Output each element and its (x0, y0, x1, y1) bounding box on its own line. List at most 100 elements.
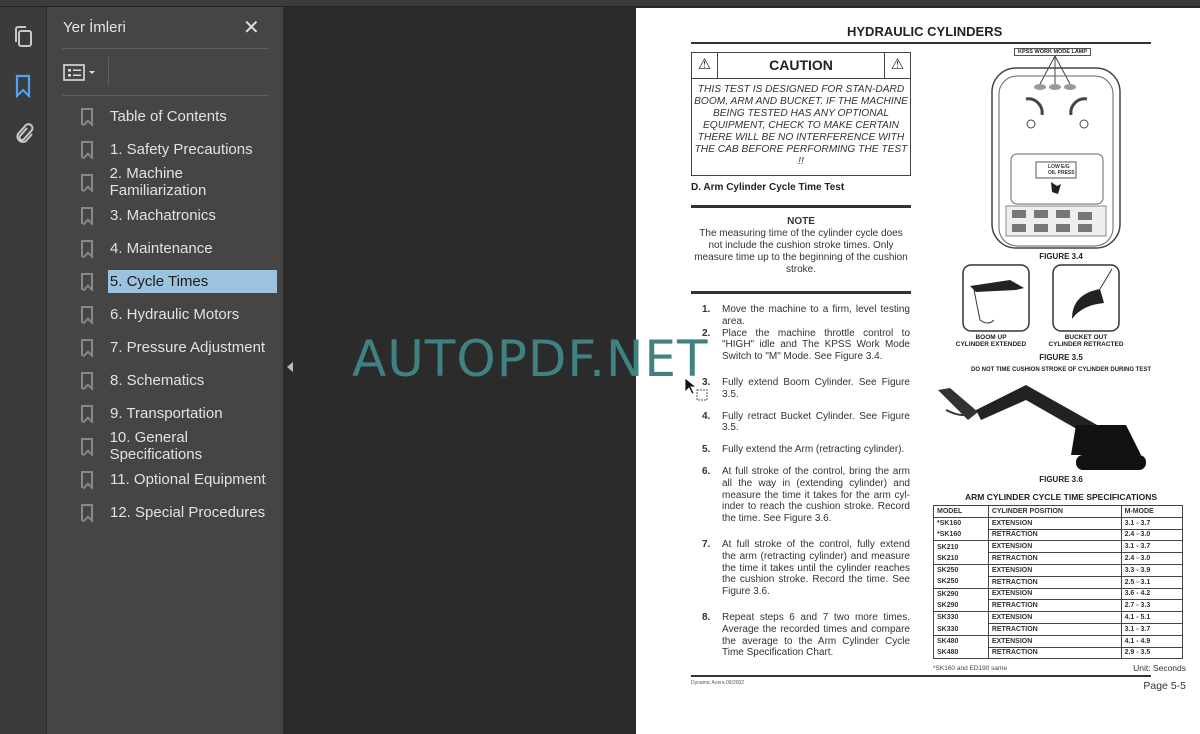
step-number: 7. (702, 538, 711, 550)
column-header: CYLINDER POSITION (987, 505, 1122, 518)
step-text: Fully extend Boom Cylinder. See Figure 3… (722, 376, 910, 400)
table-cell: SK250 (933, 563, 989, 577)
bookmark-icon (81, 503, 93, 521)
bookmark-item[interactable]: 12. Special Procedures (77, 499, 277, 525)
svg-text:OIL PRESS: OIL PRESS (1048, 170, 1075, 176)
divider (691, 42, 1151, 44)
bookmark-item[interactable]: 11. Optional Equipment (77, 466, 277, 492)
warning-icon: ⚠ (884, 53, 910, 78)
pages-icon[interactable] (11, 25, 35, 49)
table-unit: Unit: Seconds (1133, 663, 1186, 673)
table-row: *SK160 RETRACTION 2.4 - 3.0 (933, 528, 1184, 542)
table-row: SK330 EXTENSION 4.1 - 5.1 (933, 611, 1184, 624)
bookmark-label: 3. Machatronics (110, 206, 216, 224)
table-cell: *SK160 (933, 529, 989, 542)
step-text: Fully retract Bucket Cylinder. See Figur… (722, 410, 910, 434)
monitor-panel-illustration: LOW E/GOIL PRESS (991, 55, 1121, 249)
step-number: 1. (702, 304, 711, 315)
bookmark-label: Table of Contents (110, 107, 227, 125)
bookmark-item[interactable]: 5. Cycle Times (77, 268, 277, 294)
table-row: SK250 RETRACTION 2.5 - 3.1 (933, 575, 1184, 589)
bookmark-icon (81, 470, 93, 488)
table-cell: 3.1 - 3.7 (1120, 540, 1184, 554)
step-number: 5. (702, 444, 711, 456)
figure-caption: FIGURE 3.5 (1039, 353, 1083, 362)
excavator-illustration (938, 385, 1146, 470)
note-text: The measuring time of the cylinder cycle… (694, 228, 908, 275)
bookmark-label: 6. Hydraulic Motors (110, 305, 240, 323)
warning-icon: ⚠ (692, 53, 718, 78)
table-cell: 3.6 - 4.2 (1120, 587, 1184, 601)
table-cell: SK480 (933, 634, 989, 648)
table-row: *SK160 EXTENSION 3.1 - 3.7 (933, 516, 1184, 530)
table-cell: SK330 (933, 623, 989, 636)
table-cell: 2.4 - 3.0 (1120, 528, 1184, 542)
divider (691, 675, 1151, 677)
table-cell: EXTENSION (987, 563, 1122, 577)
bookmark-item[interactable]: 3. Machatronics (77, 202, 277, 228)
section-heading: D. Arm Cylinder Cycle Time Test (691, 182, 845, 193)
figure-label: BOOM UP CYLINDER EXTENDED (955, 334, 1027, 348)
bookmark-item[interactable]: 10. General Specifications (77, 429, 277, 463)
step-text: At full stroke of the control, bring the… (722, 465, 910, 525)
table-cell: SK480 (933, 647, 989, 660)
column-header: M-MODE (1120, 505, 1184, 518)
table-cell: EXTENSION (987, 611, 1122, 624)
bookmark-item[interactable]: Table of Contents (77, 103, 277, 129)
caution-box: ⚠ CAUTION ⚠ THIS TEST IS DESIGNED FOR STAN… (691, 52, 911, 176)
table-title: ARM CYLINDER CYCLE TIME SPECIFICATIONS (964, 492, 1158, 502)
top-toolbar-strip (0, 0, 1200, 7)
bookmark-label: 5. Cycle Times (107, 269, 277, 293)
table-row: SK480 EXTENSION 4.1 - 4.9 (933, 634, 1184, 648)
table-cell: *SK160 (933, 516, 989, 530)
bookmark-item[interactable]: 4. Maintenance (77, 235, 277, 261)
table-cell: RETRACTION (987, 552, 1122, 565)
table-cell: 4.1 - 5.1 (1120, 611, 1184, 624)
step-text: At full stroke of the control, fully ext… (722, 538, 910, 598)
table-cell: EXTENSION (987, 634, 1122, 648)
bookmark-icon (81, 305, 93, 323)
step-item: 6. At full stroke of the control, bring t… (702, 466, 910, 525)
cycle-time-table: MODEL CYLINDER POSITION M-MODE *SK160 EXTEN… (933, 505, 1184, 660)
bookmark-item[interactable]: 1. Safety Precautions (77, 136, 277, 162)
table-cell: RETRACTION (987, 646, 1122, 660)
figure-caption: FIGURE 3.4 (1039, 252, 1083, 261)
bookmarks-panel: Yer İmleri ✕ Table of Contents 1. Safety … (47, 7, 283, 734)
attachment-icon[interactable] (11, 121, 35, 145)
divider (62, 95, 269, 96)
step-item: 3. Fully extend Boom Cylinder. See Figure… (702, 377, 910, 401)
table-cell: 4.1 - 4.9 (1120, 634, 1184, 648)
bookmark-icon (81, 173, 93, 191)
caution-text: THIS TEST IS DESIGNED FOR STAN-DARD BOOM… (694, 84, 908, 167)
close-icon[interactable]: ✕ (243, 15, 260, 40)
bookmark-item[interactable]: 9. Transportation (77, 400, 277, 426)
step-text: Repeat steps 6 and 7 two more times. Ave… (722, 611, 910, 659)
step-item: 8. Repeat steps 6 and 7 two more times. A… (702, 612, 910, 659)
bookmark-icon (81, 107, 93, 125)
step-item: 5. Fully extend the Arm (retracting cylin… (702, 444, 910, 456)
bookmark-icon (81, 404, 93, 422)
collapse-panel-arrow[interactable] (287, 362, 293, 372)
bookmark-item[interactable]: 7. Pressure Adjustment (77, 334, 277, 360)
page-number: Page 5-5 (1143, 680, 1186, 692)
bookmark-label: 11. Optional Equipment (110, 470, 266, 488)
left-tool-rail (0, 7, 47, 734)
bookmark-icon (81, 140, 93, 158)
step-text: Move the machine to a firm, level testin… (722, 304, 910, 327)
bookmark-icon[interactable] (11, 74, 35, 99)
step-number: 6. (702, 465, 711, 477)
bookmark-options-button[interactable] (63, 62, 97, 85)
table-row: SK210 RETRACTION 2.4 - 3.0 (933, 552, 1184, 565)
table-cell: RETRACTION (987, 622, 1122, 636)
table-cell: RETRACTION (987, 575, 1122, 589)
step-text: Fully extend the Arm (retracting cylinde… (722, 444, 905, 456)
bookmark-label: 12. Special Procedures (110, 503, 266, 521)
bookmark-icon (81, 437, 93, 455)
table-cell: EXTENSION (987, 516, 1122, 530)
table-row: SK250 EXTENSION 3.3 - 3.9 (933, 563, 1184, 577)
bookmark-item[interactable]: 2. Machine Familiarization (77, 165, 277, 199)
bookmark-item[interactable]: 8. Schematics (77, 367, 277, 393)
table-cell: SK330 (933, 611, 989, 624)
bookmark-icon (81, 338, 93, 356)
bookmark-item[interactable]: 6. Hydraulic Motors (77, 301, 277, 327)
